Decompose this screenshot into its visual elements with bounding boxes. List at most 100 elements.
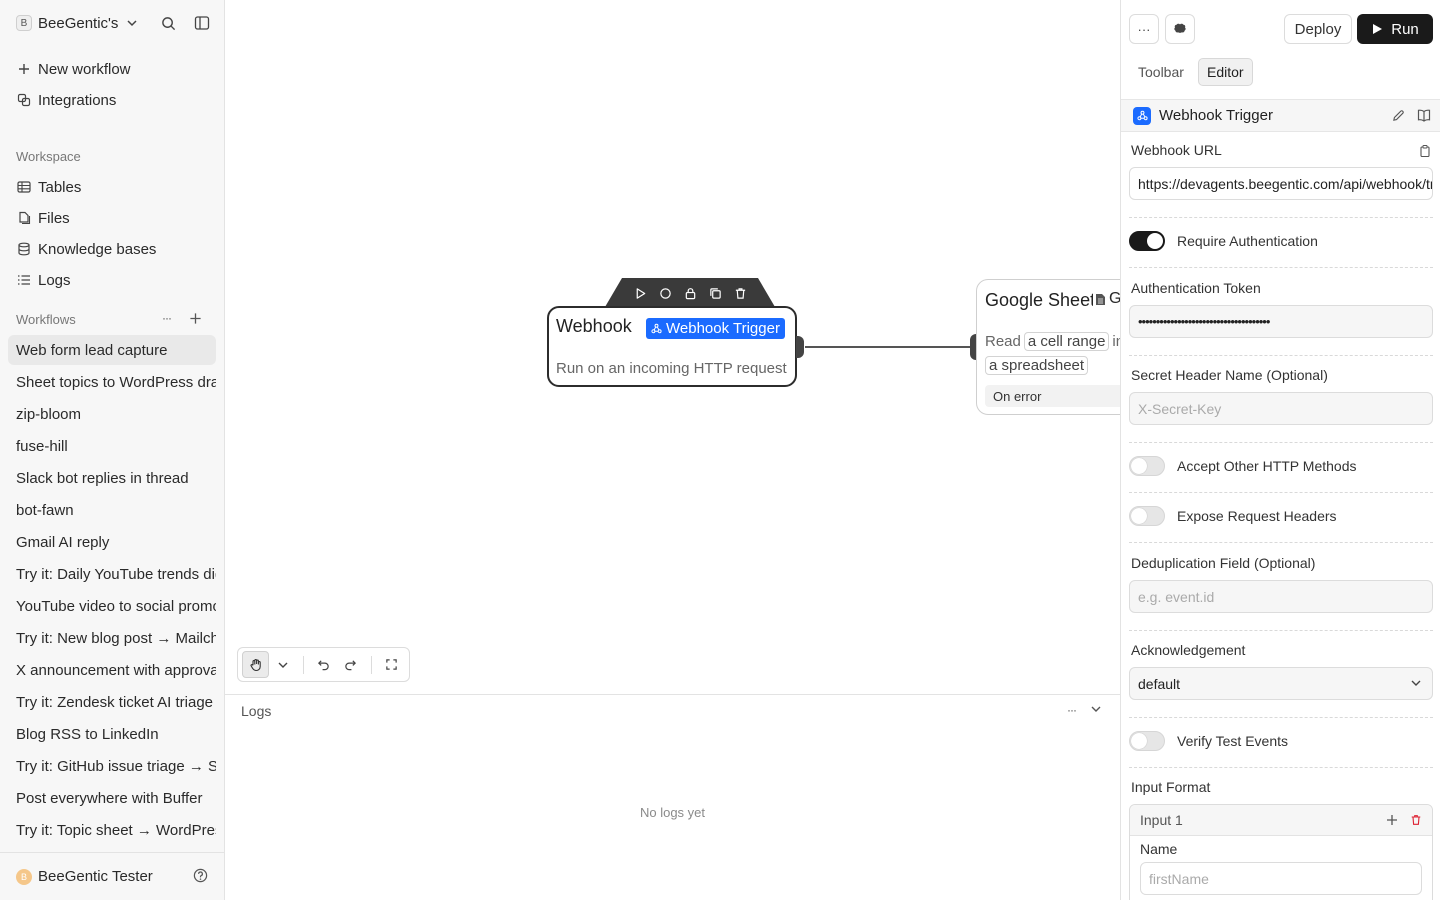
divider: [370, 655, 372, 674]
chevron-down-icon[interactable]: [1090, 703, 1102, 717]
dedup-input[interactable]: e.g. event.id: [1129, 580, 1433, 613]
ai-assistant-button[interactable]: [1165, 14, 1195, 44]
table-icon: [16, 179, 32, 195]
webhook-url-field[interactable]: https://devagents.beegentic.com/api/webh…: [1129, 167, 1433, 200]
webhook-node[interactable]: Webhook Webhook Trigger Run on an incomi…: [547, 306, 804, 387]
sidebar-item-knowledge-bases[interactable]: Knowledge bases: [16, 238, 216, 260]
input-field-name-label: Name: [1140, 841, 1178, 857]
logs-title: Logs: [241, 703, 272, 719]
connection-edge[interactable]: [805, 346, 973, 348]
tab-toolbar[interactable]: Toolbar: [1130, 58, 1192, 86]
more-icon[interactable]: ···: [162, 311, 172, 325]
ack-select[interactable]: default: [1129, 667, 1433, 700]
pencil-icon[interactable]: [1392, 109, 1405, 122]
node-toolbar: [605, 278, 775, 307]
workflow-item[interactable]: X announcement with approval: [8, 655, 216, 685]
divider: [1129, 767, 1433, 768]
node-description: Run on an incoming HTTP request: [556, 360, 787, 377]
verify-test-toggle[interactable]: [1129, 731, 1165, 751]
auth-token-field[interactable]: •••••••••••••••••••••••••••••••••••••: [1129, 305, 1433, 338]
input-field-name-input[interactable]: firstName: [1140, 862, 1422, 895]
new-workflow-label: New workflow: [38, 60, 131, 78]
sidebar-item-tables[interactable]: Tables: [16, 176, 216, 198]
workflow-item[interactable]: Gmail AI reply: [8, 527, 216, 557]
workspace-name[interactable]: BeeGentic's: [38, 15, 120, 32]
secret-header-label: Secret Header Name (Optional): [1131, 367, 1328, 383]
divider: [302, 655, 304, 674]
ack-label: Acknowledgement: [1131, 642, 1246, 658]
require-auth-toggle[interactable]: [1129, 231, 1165, 251]
google-sheets-node[interactable]: Google Sheets G Read a cell range in a s…: [976, 279, 1120, 415]
workflow-item[interactable]: YouTube video to social promo: [8, 591, 216, 621]
plus-icon[interactable]: [189, 312, 202, 325]
sidebar-toggle-icon[interactable]: [194, 15, 210, 31]
book-icon[interactable]: [1417, 109, 1431, 122]
workflow-item[interactable]: bot-fawn: [8, 495, 216, 525]
sidebar-item-integrations[interactable]: Integrations: [16, 89, 216, 111]
trash-icon[interactable]: [734, 287, 747, 300]
user-menu[interactable]: B BeeGentic Tester: [0, 852, 224, 900]
cell-range-chip[interactable]: a cell range: [1023, 332, 1110, 351]
trigger-badge: Webhook Trigger: [646, 318, 785, 339]
accept-methods-toggle[interactable]: [1129, 456, 1165, 476]
duplicate-icon[interactable]: [709, 287, 722, 300]
workflow-item[interactable]: Slack bot replies in thread: [8, 463, 216, 493]
workflow-item[interactable]: Try it: Topic sheet → WordPress: [8, 815, 216, 845]
webhook-url-label: Webhook URL: [1131, 142, 1222, 158]
logs-panel: Logs ··· No logs yet: [225, 694, 1120, 900]
redo-button[interactable]: [337, 651, 364, 678]
divider: [1129, 630, 1433, 631]
plus-icon[interactable]: [1386, 814, 1398, 826]
undo-button[interactable]: [310, 651, 337, 678]
node-title-trail: G: [1109, 290, 1120, 308]
new-workflow-button[interactable]: New workflow: [16, 58, 216, 80]
search-icon[interactable]: [160, 15, 176, 31]
workflow-item[interactable]: zip-bloom: [8, 399, 216, 429]
secret-header-input[interactable]: X-Secret-Key: [1129, 392, 1433, 425]
fit-view-button[interactable]: [378, 651, 405, 678]
node-description: Read: [985, 333, 1021, 350]
workspace-switcher[interactable]: B BeeGentic's: [16, 12, 210, 34]
input-format-label: Input Format: [1131, 779, 1211, 795]
spreadsheet-chip[interactable]: a spreadsheet: [985, 356, 1089, 375]
block-name: Webhook Trigger: [1159, 107, 1273, 124]
more-icon[interactable]: ···: [1067, 703, 1077, 717]
sidebar-item-logs[interactable]: Logs: [16, 269, 216, 291]
avatar: B: [16, 868, 32, 885]
sidebar-item-files[interactable]: Files: [16, 207, 216, 229]
more-options-button[interactable]: ···: [1129, 14, 1159, 44]
workflow-item[interactable]: Try it: Zendesk ticket AI triage: [8, 687, 216, 717]
play-icon[interactable]: [634, 287, 647, 300]
node-description-in: in: [1112, 333, 1120, 350]
chevron-down-icon: [278, 662, 288, 668]
on-error-handle[interactable]: On error: [985, 385, 1120, 407]
workflow-item[interactable]: Post everywhere with Buffer: [8, 783, 216, 813]
workflow-item[interactable]: Web form lead capture: [8, 335, 216, 365]
run-button[interactable]: Run: [1357, 14, 1433, 44]
workflow-item[interactable]: Try it: GitHub issue triage → Slack: [8, 751, 216, 781]
divider: [1129, 442, 1433, 443]
workflow-item[interactable]: fuse-hill: [8, 431, 216, 461]
workflow-item[interactable]: Sheet topics to WordPress drafts: [8, 367, 216, 397]
tab-editor[interactable]: Editor: [1198, 58, 1253, 86]
divider: [1129, 492, 1433, 493]
trash-icon[interactable]: [1410, 814, 1422, 826]
copy-icon[interactable]: [1420, 145, 1430, 157]
logs-empty-state: No logs yet: [639, 805, 706, 820]
toggle-circle-icon[interactable]: [659, 287, 672, 300]
workflow-item[interactable]: Try it: New blog post → Mailchimp: [8, 623, 216, 653]
workflow-item[interactable]: Try it: Daily YouTube trends digest: [8, 559, 216, 589]
hand-tool-button[interactable]: [242, 651, 270, 678]
chevron-down-icon[interactable]: [126, 17, 138, 29]
workflow-canvas[interactable]: Webhook Webhook Trigger Run on an incomi…: [225, 0, 1120, 694]
deploy-button[interactable]: Deploy: [1284, 14, 1352, 44]
output-handle[interactable]: [796, 336, 804, 358]
expose-headers-toggle[interactable]: [1129, 506, 1165, 526]
workspace-badge: B: [16, 15, 32, 31]
divider: [1129, 267, 1433, 268]
lock-icon[interactable]: [684, 287, 697, 300]
webhook-icon: [1133, 106, 1151, 125]
workflow-item[interactable]: Blog RSS to LinkedIn: [8, 719, 216, 749]
help-icon[interactable]: [193, 868, 208, 883]
tool-dropdown-button[interactable]: [269, 651, 296, 678]
